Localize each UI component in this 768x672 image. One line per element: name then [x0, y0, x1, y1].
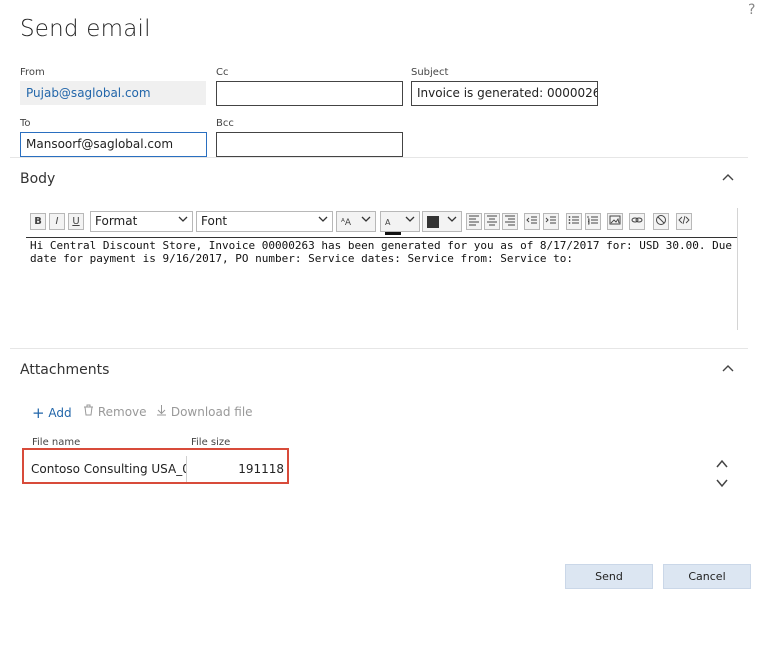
- numbered-list-button[interactable]: [585, 213, 601, 230]
- editor-right-border: [737, 208, 738, 330]
- remove-format-button[interactable]: [653, 213, 669, 230]
- bcc-field[interactable]: [216, 132, 403, 157]
- trash-icon: [83, 404, 94, 419]
- chevron-down-icon: [317, 213, 329, 228]
- send-button[interactable]: Send: [565, 564, 653, 589]
- html-source-button[interactable]: [676, 213, 692, 230]
- font-dropdown[interactable]: Font: [196, 211, 333, 232]
- bullet-list-button[interactable]: [566, 213, 582, 230]
- align-left-button[interactable]: [466, 213, 482, 230]
- download-file-button-label: Download file: [170, 405, 253, 419]
- file-name-column-header[interactable]: File name: [32, 437, 80, 448]
- add-button[interactable]: + Add: [32, 404, 72, 422]
- background-color-dropdown[interactable]: [422, 211, 462, 232]
- plus-icon: +: [32, 404, 45, 422]
- subject-label: Subject: [411, 67, 449, 78]
- cc-label: Cc: [216, 67, 229, 78]
- cancel-button[interactable]: Cancel: [663, 564, 751, 589]
- bcc-label: Bcc: [216, 118, 234, 129]
- cc-field[interactable]: [216, 81, 403, 106]
- outdent-button[interactable]: [524, 213, 540, 230]
- insert-image-button[interactable]: [607, 213, 623, 230]
- dialog-title: Send email: [20, 16, 151, 42]
- font-size-icon: ᴬA: [341, 218, 352, 228]
- align-right-button[interactable]: [502, 213, 518, 230]
- background-color-icon: [427, 216, 439, 228]
- attachments-section-title[interactable]: Attachments: [20, 362, 109, 378]
- add-button-label: Add: [48, 406, 72, 420]
- bold-button[interactable]: B: [30, 213, 46, 230]
- attachments-divider: [10, 348, 748, 349]
- format-dropdown[interactable]: Format: [90, 211, 193, 232]
- chevron-down-icon: [446, 213, 458, 228]
- to-label: To: [20, 118, 31, 129]
- chevron-down-icon: [404, 213, 416, 228]
- highlight-box: [22, 448, 289, 484]
- attachments-collapse-chevron-icon[interactable]: [722, 362, 734, 376]
- underline-button[interactable]: U: [68, 213, 84, 230]
- font-size-dropdown[interactable]: ᴬA: [336, 211, 376, 232]
- download-file-button[interactable]: Download file: [156, 404, 253, 419]
- insert-link-button[interactable]: [629, 213, 645, 230]
- to-field[interactable]: Mansoorf@saglobal.com: [20, 132, 207, 157]
- file-size-column-header[interactable]: File size: [191, 437, 230, 448]
- scroll-up-icon[interactable]: [715, 455, 729, 474]
- help-icon[interactable]: ?: [748, 2, 755, 18]
- subject-field[interactable]: Invoice is generated: 00000263: [411, 81, 598, 106]
- format-dropdown-label: Format: [95, 214, 138, 228]
- text-color-dropdown[interactable]: A: [380, 211, 420, 235]
- editor-top-border: [26, 237, 738, 238]
- remove-button-label: Remove: [97, 405, 147, 419]
- chevron-down-icon: [360, 213, 372, 228]
- scroll-down-icon[interactable]: [715, 474, 729, 493]
- italic-button[interactable]: I: [49, 213, 65, 230]
- row-scroll-stepper[interactable]: [715, 455, 729, 493]
- text-color-icon: A: [385, 218, 401, 235]
- indent-button[interactable]: [543, 213, 559, 230]
- body-divider: [10, 157, 748, 158]
- from-label: From: [20, 67, 45, 78]
- align-center-button[interactable]: [484, 213, 500, 230]
- from-value: Pujab@saglobal.com: [26, 86, 151, 100]
- body-collapse-chevron-icon[interactable]: [722, 171, 734, 185]
- body-section-title[interactable]: Body: [20, 171, 55, 187]
- download-icon: [156, 405, 167, 419]
- font-dropdown-label: Font: [201, 214, 228, 228]
- chevron-down-icon: [177, 213, 189, 228]
- body-editor[interactable]: Hi Central Discount Store, Invoice 00000…: [30, 239, 736, 265]
- remove-button[interactable]: Remove: [83, 404, 147, 419]
